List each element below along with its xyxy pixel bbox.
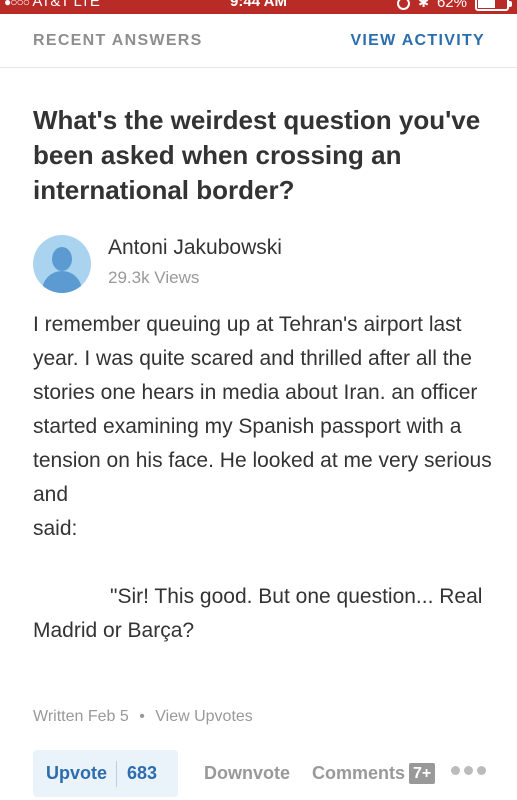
meta-separator: • bbox=[139, 708, 145, 725]
battery-fill bbox=[478, 0, 495, 8]
comments-count-badge: 7+ bbox=[409, 763, 436, 784]
answer-meta: Written Feb 5 • View Upvotes bbox=[33, 708, 253, 726]
upvote-label: Upvote bbox=[46, 763, 108, 783]
default-user-avatar-icon[interactable] bbox=[33, 235, 91, 293]
downvote-button[interactable]: Downvote bbox=[204, 763, 290, 784]
upvote-divider bbox=[116, 760, 118, 787]
view-upvotes-link[interactable]: View Upvotes bbox=[155, 708, 253, 725]
battery-percent: 62% bbox=[436, 0, 467, 11]
orientation-lock-icon bbox=[397, 0, 411, 10]
upvote-count: 683 bbox=[127, 763, 158, 783]
bluetooth-icon: ✱ bbox=[418, 0, 429, 10]
view-activity-link[interactable]: VIEW ACTIVITY bbox=[350, 32, 485, 50]
answer-paragraph: I remember queuing up at Tehran's airpor… bbox=[33, 313, 492, 506]
more-dots-icon[interactable] bbox=[451, 766, 486, 775]
question-title[interactable]: What's the weirdest question you've been… bbox=[33, 103, 503, 208]
view-count: 29.3k Views bbox=[108, 268, 200, 287]
comments-label: Comments bbox=[312, 763, 406, 783]
author-name[interactable]: Antoni Jakubowski bbox=[108, 236, 282, 260]
status-bar: ●○○○ AT&T LTE 9:44 AM ✱ 62% bbox=[0, 0, 517, 14]
battery-icon bbox=[475, 0, 512, 11]
answer-paragraph: said: bbox=[33, 517, 78, 540]
status-icons: ✱ 62% bbox=[397, 0, 512, 11]
upvote-button[interactable]: Upvote 683 bbox=[33, 750, 178, 797]
activity-header: RECENT ANSWERS VIEW ACTIVITY bbox=[0, 14, 517, 68]
recent-answers-label: RECENT ANSWERS bbox=[33, 32, 203, 49]
answer-body[interactable]: I remember queuing up at Tehran's airpor… bbox=[33, 308, 503, 648]
written-date: Written Feb 5 bbox=[33, 708, 129, 725]
comments-button[interactable]: Comments 7+ bbox=[312, 763, 436, 784]
answer-quote: "Sir! This good. But one question... Rea… bbox=[33, 585, 483, 642]
